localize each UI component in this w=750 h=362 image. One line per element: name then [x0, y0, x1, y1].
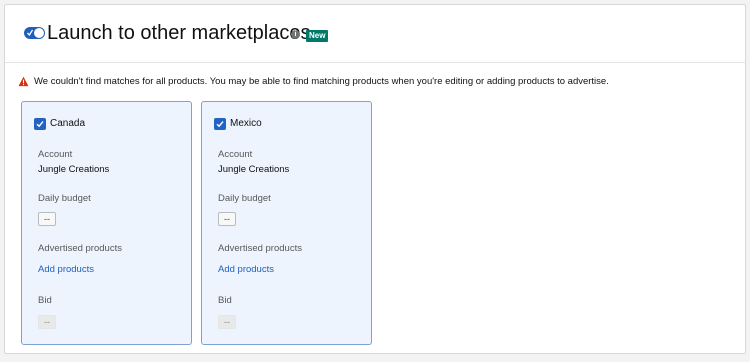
- add-products-link[interactable]: Add products: [218, 263, 274, 277]
- mexico-checkbox[interactable]: [214, 118, 226, 130]
- add-products-link[interactable]: Add products: [38, 263, 94, 277]
- info-icon[interactable]: i: [291, 30, 300, 39]
- bid-field: --: [218, 315, 236, 329]
- panel-header: Launch to other marketplaces i New: [5, 5, 745, 63]
- bid-label: Bid: [38, 295, 52, 306]
- daily-budget-label: Daily budget: [218, 193, 271, 204]
- warning-icon: [18, 76, 29, 87]
- marketplace-name: Canada: [50, 118, 86, 129]
- toggle-knob: [34, 28, 44, 38]
- account-value: Jungle Creations: [218, 164, 290, 175]
- advertised-products-label: Advertised products: [38, 243, 122, 254]
- check-icon: [27, 29, 33, 37]
- marketplace-name: Mexico: [230, 118, 262, 129]
- page-title: Launch to other marketplaces: [47, 22, 311, 44]
- daily-budget-field[interactable]: --: [218, 212, 236, 226]
- marketplace-card-mexico: Mexico Account Jungle Creations Daily bu…: [201, 101, 372, 345]
- warning-alert: We couldn't find matches for all product…: [18, 75, 738, 91]
- daily-budget-field[interactable]: --: [38, 212, 56, 226]
- launch-panel: Launch to other marketplaces i New We co…: [4, 4, 746, 354]
- launch-toggle[interactable]: [24, 27, 45, 39]
- new-badge: New: [306, 30, 329, 42]
- marketplace-card-canada: Canada Account Jungle Creations Daily bu…: [21, 101, 192, 345]
- bid-label: Bid: [218, 295, 232, 306]
- account-label: Account: [38, 149, 73, 160]
- checkmark-icon: [36, 121, 44, 128]
- bid-field: --: [38, 315, 56, 329]
- warning-message: We couldn't find matches for all product…: [34, 76, 609, 87]
- checkmark-icon: [216, 121, 224, 128]
- account-value: Jungle Creations: [38, 164, 110, 175]
- account-label: Account: [218, 149, 253, 160]
- page: Launch to other marketplaces i New We co…: [0, 0, 750, 362]
- daily-budget-label: Daily budget: [38, 193, 91, 204]
- advertised-products-label: Advertised products: [218, 243, 302, 254]
- canada-checkbox[interactable]: [34, 118, 46, 130]
